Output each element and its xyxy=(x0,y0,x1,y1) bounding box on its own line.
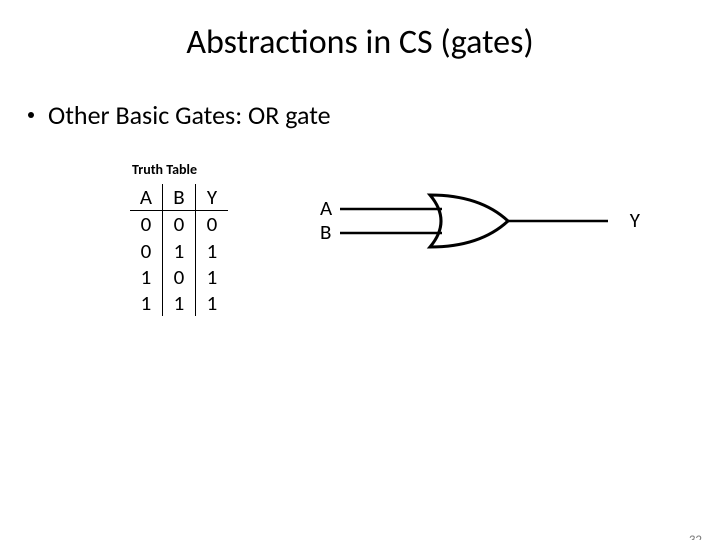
cell: 0 xyxy=(163,211,196,238)
truth-table-block: Truth Table A B Y 0 0 0 0 1 1 1 0 1 xyxy=(130,161,270,316)
cell: 1 xyxy=(163,238,196,264)
cell: 1 xyxy=(163,290,196,316)
th-b: B xyxy=(163,184,196,211)
table-row: 1 0 1 xyxy=(130,264,228,290)
slide-title: Abstractions in CS (gates) xyxy=(0,22,720,63)
page-number: 32 xyxy=(689,533,702,540)
cell: 0 xyxy=(163,264,196,290)
th-a: A xyxy=(130,184,163,211)
cell: 1 xyxy=(196,290,229,316)
table-header-row: A B Y xyxy=(130,184,228,211)
gate-input-a-label: A xyxy=(320,195,332,221)
gate-input-b-label: B xyxy=(320,219,331,245)
gate-output-label: Y xyxy=(630,207,640,233)
cell: 1 xyxy=(130,264,163,290)
table-row: 1 1 1 xyxy=(130,290,228,316)
truth-table: A B Y 0 0 0 0 1 1 1 0 1 1 1 1 xyxy=(130,184,228,316)
cell: 0 xyxy=(196,211,229,238)
bullet-item: Other Basic Gates: OR gate xyxy=(28,99,720,131)
cell: 1 xyxy=(196,238,229,264)
cell: 0 xyxy=(130,238,163,264)
truth-table-caption: Truth Table xyxy=(132,161,270,178)
th-y: Y xyxy=(196,184,229,211)
cell: 1 xyxy=(196,264,229,290)
cell: 1 xyxy=(130,290,163,316)
content-row: Truth Table A B Y 0 0 0 0 1 1 1 0 1 xyxy=(0,161,720,316)
cell: 0 xyxy=(130,211,163,238)
table-row: 0 0 0 xyxy=(130,211,228,238)
bullet-text: Other Basic Gates: OR gate xyxy=(48,99,331,131)
gate-diagram: A B Y xyxy=(320,189,640,279)
bullet-icon xyxy=(28,112,34,118)
table-row: 0 1 1 xyxy=(130,238,228,264)
or-gate-icon xyxy=(340,189,620,259)
